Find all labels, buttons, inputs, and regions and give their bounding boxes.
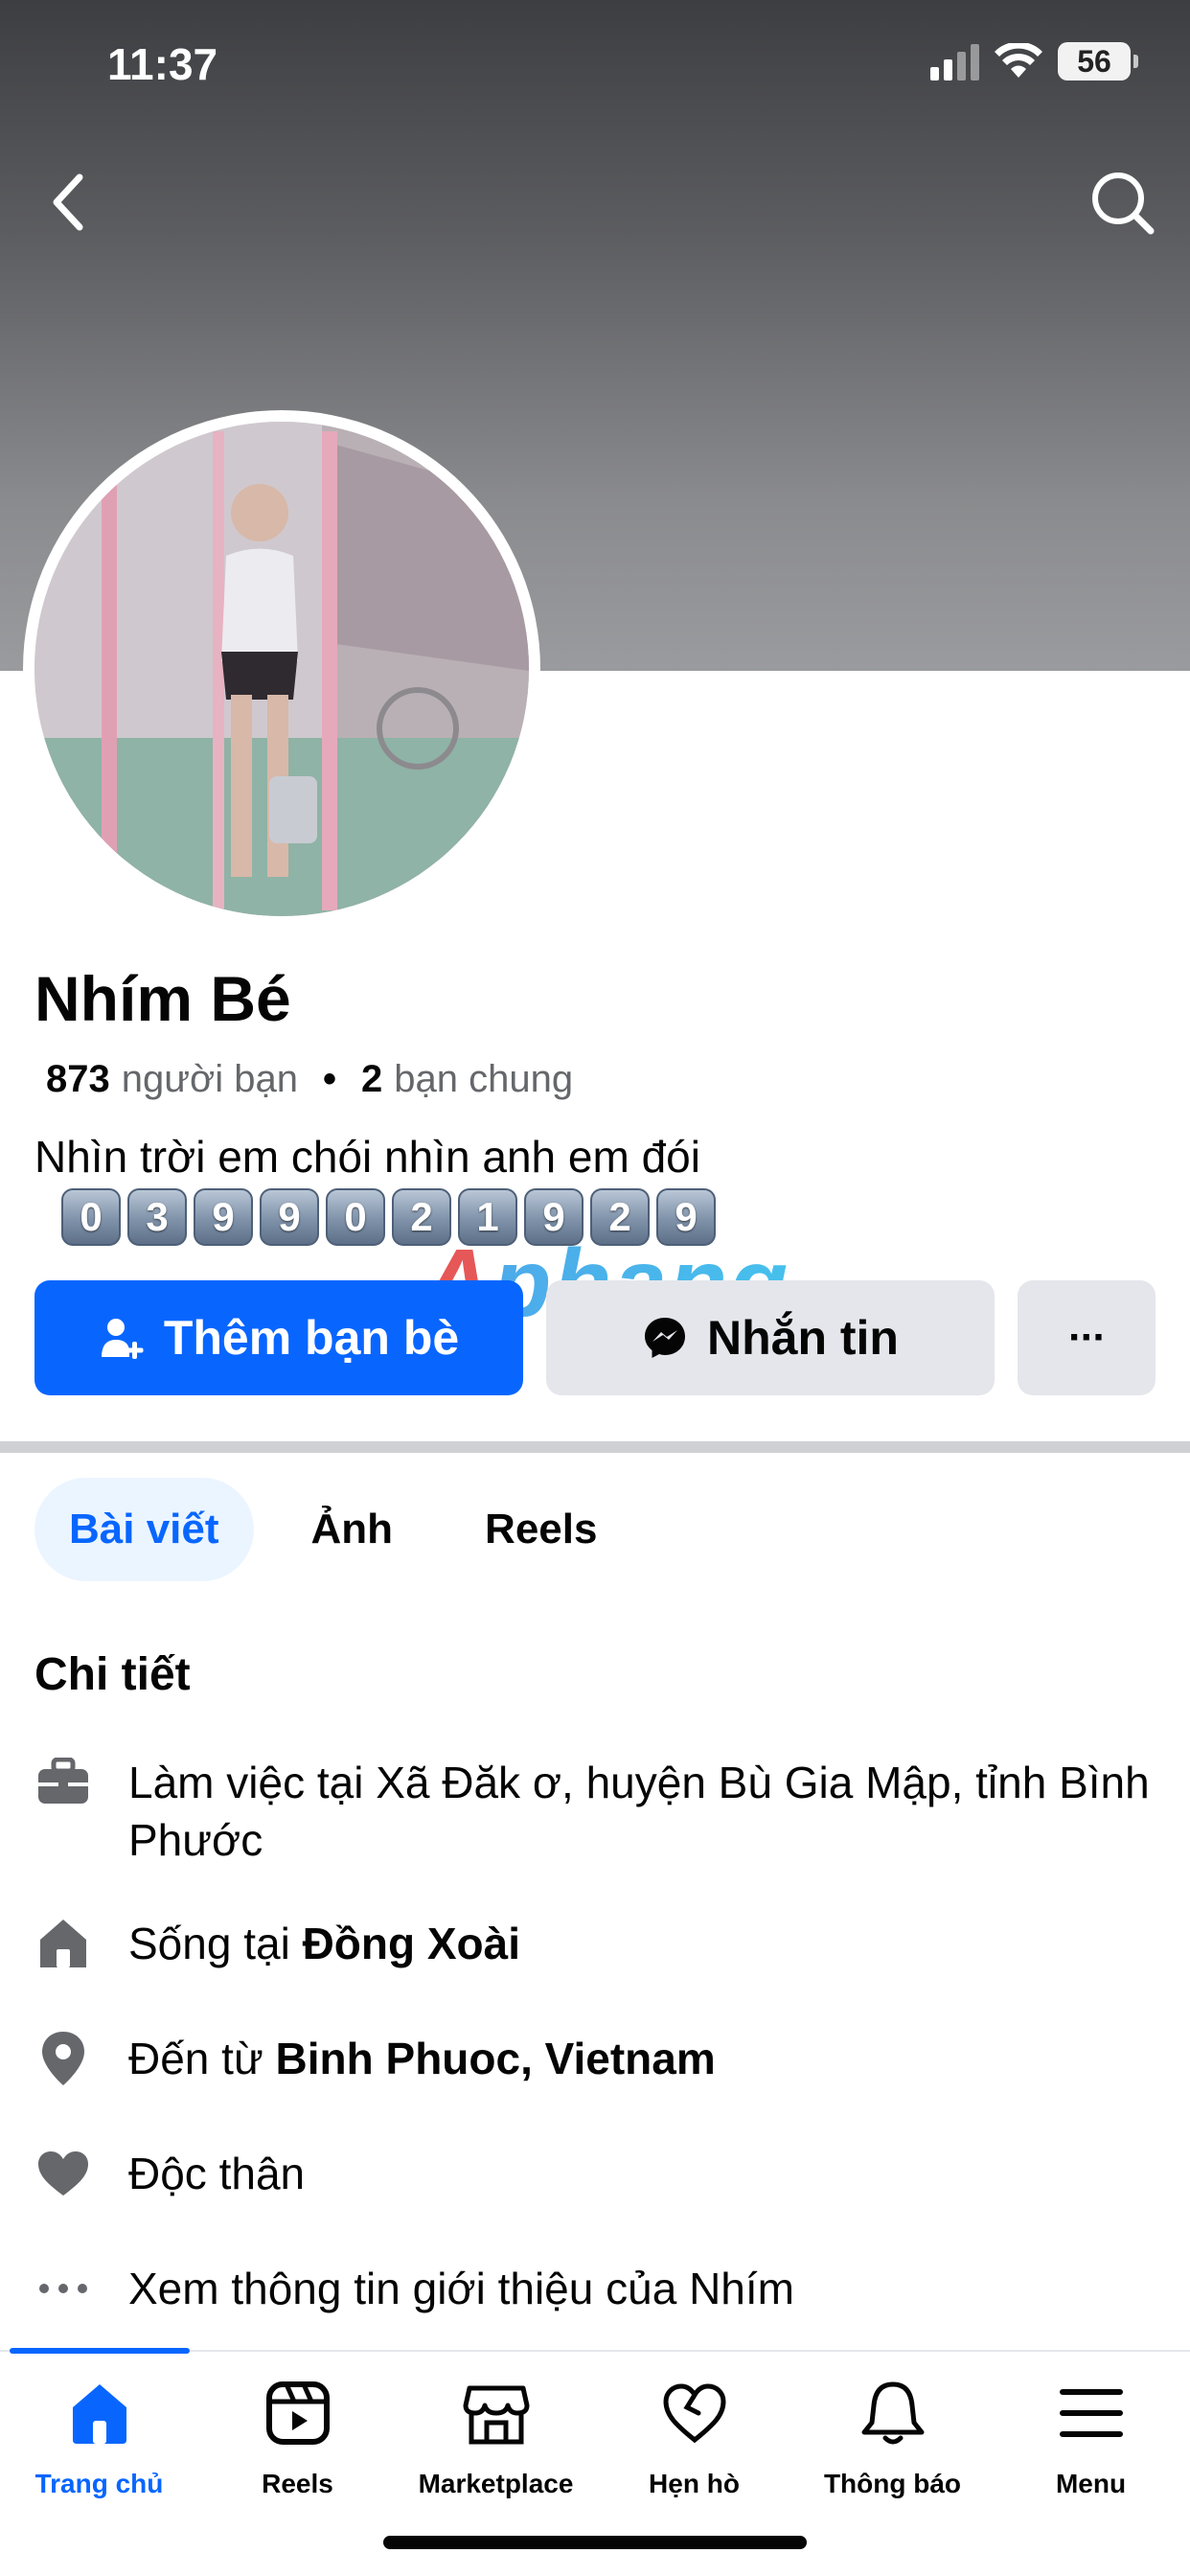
chevron-left-icon: [53, 173, 83, 231]
home-icon: [61, 2375, 138, 2451]
section-divider: [0, 1441, 1190, 1453]
nav-marketplace-label: Marketplace: [418, 2469, 574, 2498]
relationship-text: Độc thân: [128, 2149, 306, 2198]
profile-bio: Nhìn trời em chói nhìn anh em đói: [34, 1132, 700, 1182]
detail-lives-in: Sống tại Đồng Xoài: [34, 1915, 1165, 1972]
house-icon: [34, 1915, 92, 1972]
status-icons: 56: [930, 42, 1138, 80]
see-about-info-text: Xem thông tin giới thiệu của Nhím: [128, 2264, 794, 2313]
nav-home[interactable]: Trang chủ: [0, 2375, 198, 2499]
more-dots-label: ···: [1068, 1314, 1107, 1361]
avatar-photo: [34, 422, 529, 916]
nav-dating[interactable]: Hẹn hò: [595, 2375, 793, 2499]
nav-reels-label: Reels: [262, 2469, 333, 2498]
active-tab-indicator: [10, 2348, 190, 2354]
battery-indicator: 56: [1058, 42, 1138, 80]
tab-posts[interactable]: Bài viết: [34, 1478, 254, 1581]
lives-in-prefix: Sống tại: [128, 1919, 303, 1968]
message-label: Nhắn tin: [707, 1311, 899, 1365]
profile-tabs: Bài viết Ảnh Reels: [34, 1478, 631, 1581]
lives-in-text: Sống tại Đồng Xoài: [128, 1915, 520, 1972]
friend-stats[interactable]: 873 người bạn • 2 bạn chung: [46, 1058, 573, 1101]
status-time: 11:37: [107, 39, 218, 89]
from-prefix: Đến từ: [128, 2034, 276, 2083]
nav-notifications-label: Thông báo: [823, 2469, 962, 2498]
menu-icon: [1053, 2375, 1130, 2451]
mutual-friends-label: bạn chung: [394, 1058, 574, 1100]
from-place[interactable]: Binh Phuoc, Vietnam: [276, 2034, 716, 2083]
add-friend-label: Thêm bạn bè: [163, 1311, 460, 1365]
nav-notifications[interactable]: Thông báo: [793, 2375, 992, 2499]
mutual-friends-count: 2: [361, 1058, 383, 1100]
nav-menu-label: Menu: [1055, 2469, 1127, 2498]
add-friend-button[interactable]: Thêm bạn bè: [34, 1280, 523, 1395]
friends-count: 873: [46, 1058, 110, 1100]
details-heading: Chi tiết: [34, 1649, 191, 1700]
nav-menu[interactable]: Menu: [992, 2375, 1190, 2499]
detail-from: Đến từ Binh Phuoc, Vietnam: [34, 2030, 1165, 2087]
bell-icon: [855, 2375, 931, 2451]
reels-icon: [260, 2375, 336, 2451]
marketplace-icon: [458, 2375, 535, 2451]
heart-icon: [34, 2145, 92, 2202]
avatar: [34, 422, 529, 916]
nav-reels[interactable]: Reels: [198, 2375, 397, 2499]
work-text: Làm việc tại Xã Đăk ơ, huyện Bù Gia Mập,…: [128, 1758, 1150, 1865]
nav-home-label: Trang chủ: [34, 2469, 164, 2498]
dating-heart-icon: [656, 2375, 733, 2451]
wifi-icon: [995, 43, 1042, 78]
friends-label: người bạn: [121, 1058, 298, 1100]
phone-digit-keycap: 3: [127, 1188, 187, 1246]
back-button[interactable]: [25, 159, 111, 245]
status-bar: 11:37 56: [0, 0, 1190, 125]
see-about-info-link[interactable]: Xem thông tin giới thiệu của Nhím: [34, 2260, 1165, 2317]
tab-reels[interactable]: Reels: [450, 1478, 631, 1581]
location-pin-icon: [34, 2030, 92, 2087]
phone-digit-keycap: 9: [260, 1188, 319, 1246]
profile-picture[interactable]: [23, 410, 540, 928]
tab-photos[interactable]: Ảnh: [277, 1478, 428, 1581]
messenger-icon: [645, 1318, 685, 1358]
profile-name: Nhím Bé: [34, 963, 291, 1034]
phone-digit-keycap: 9: [194, 1188, 253, 1246]
search-button[interactable]: [1079, 159, 1165, 245]
separator-dot: •: [323, 1058, 337, 1100]
more-options-button[interactable]: ···: [1018, 1280, 1156, 1395]
detail-relationship: Độc thân: [34, 2145, 1165, 2202]
search-icon: [1092, 172, 1155, 235]
message-button[interactable]: Nhắn tin: [546, 1280, 995, 1395]
phone-digit-keycap: 0: [326, 1188, 385, 1246]
nav-marketplace[interactable]: Marketplace: [397, 2375, 595, 2499]
detail-work: Làm việc tại Xã Đăk ơ, huyện Bù Gia Mập,…: [34, 1754, 1165, 1869]
phone-digit-keycap: 0: [61, 1188, 121, 1246]
cellular-signal-icon: [930, 42, 979, 80]
lives-in-place[interactable]: Đồng Xoài: [303, 1919, 520, 1968]
nav-dating-label: Hẹn hò: [649, 2469, 740, 2498]
home-indicator: [383, 2536, 807, 2549]
briefcase-icon: [34, 1754, 92, 1811]
more-dots-icon: [34, 2260, 92, 2317]
from-text: Đến từ Binh Phuoc, Vietnam: [128, 2030, 716, 2087]
add-friend-icon: [101, 1319, 144, 1359]
